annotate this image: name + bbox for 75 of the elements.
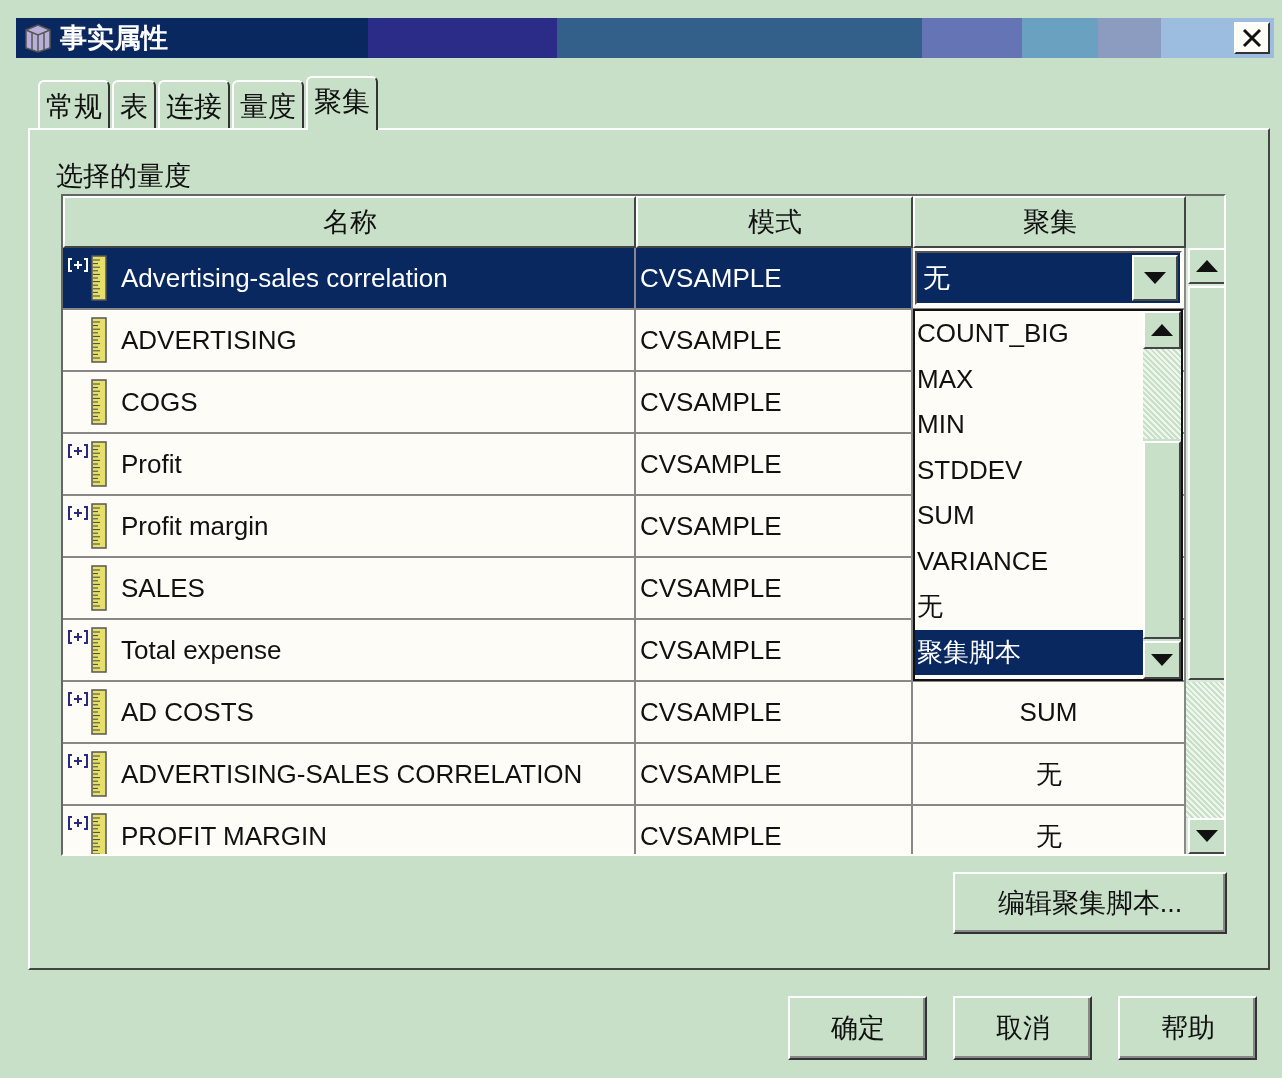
ruler-icon (91, 813, 107, 854)
scroll-thumb[interactable] (1188, 286, 1224, 680)
table-cell[interactable]: SALES (63, 558, 636, 620)
scroll-up-button[interactable] (1188, 248, 1224, 284)
table-cell: CVSAMPLE (636, 744, 913, 806)
dialog-button[interactable]: 帮助 (1118, 996, 1257, 1060)
table-cell[interactable]: AD COSTS (63, 682, 636, 744)
tab[interactable]: 聚集 (306, 76, 378, 130)
combo-value: 无 (922, 262, 951, 295)
table-cell[interactable]: PROFIT MARGIN (63, 806, 636, 854)
scrollbar[interactable] (1186, 196, 1224, 854)
dropdown-item[interactable]: STDDEV (915, 447, 1143, 493)
table-cell: CVSAMPLE (636, 496, 913, 558)
table-cell[interactable]: COGS (63, 372, 636, 434)
dropdown-item[interactable]: 聚集脚本 (915, 629, 1143, 675)
down-arrow-icon (1196, 830, 1218, 842)
dialog-button[interactable]: 确定 (788, 996, 927, 1060)
table-cell: CVSAMPLE (636, 310, 913, 372)
dropdown-item[interactable]: MIN (915, 402, 1143, 448)
close-icon (1242, 28, 1262, 48)
tab[interactable]: 表 (112, 80, 156, 128)
table-cell: CVSAMPLE (636, 620, 913, 682)
table-cell: CVSAMPLE (636, 558, 913, 620)
ruler-icon (91, 255, 107, 301)
ruler-icon (91, 441, 107, 487)
edit-script-button[interactable]: 编辑聚集脚本... (953, 872, 1227, 934)
column-header[interactable]: 名称 (63, 196, 636, 248)
dropdown-item[interactable]: MAX (915, 356, 1143, 402)
dropdown-item[interactable]: 无 (915, 584, 1143, 630)
scrollbar[interactable] (1143, 311, 1181, 679)
close-button[interactable] (1234, 22, 1270, 54)
column-header[interactable]: 聚集 (913, 196, 1186, 248)
table-cell: 无 (913, 806, 1186, 854)
table-cell[interactable]: Total expense (63, 620, 636, 682)
table-cell[interactable]: Profit (63, 434, 636, 496)
column-header[interactable]: 模式 (636, 196, 913, 248)
cube-icon (22, 22, 54, 54)
ruler-icon (91, 317, 107, 363)
caret-icon (1144, 272, 1166, 284)
table-cell: SUM (913, 682, 1186, 744)
ruler-icon (91, 751, 107, 797)
dropdown-item[interactable]: COUNT_BIG (915, 311, 1143, 357)
scroll-thumb[interactable] (1143, 441, 1181, 639)
scroll-up-button[interactable] (1143, 311, 1181, 349)
section-label: 选择的量度 (56, 160, 192, 193)
window-title: 事实属性 (60, 22, 169, 55)
table-cell[interactable]: ADVERTISING (63, 310, 636, 372)
table-cell[interactable]: Profit margin (63, 496, 636, 558)
up-arrow-icon (1196, 260, 1218, 272)
ruler-icon (91, 565, 107, 611)
dropdown-button[interactable] (1132, 255, 1178, 301)
table-cell[interactable]: Advertising-sales correlation (63, 248, 636, 310)
dropdown-item[interactable]: VARIANCE (915, 538, 1143, 584)
dropdown-item[interactable]: SUM (915, 493, 1143, 539)
tab[interactable]: 常规 (38, 80, 110, 128)
combo-box[interactable]: 无 (915, 251, 1182, 305)
down-arrow-icon (1151, 654, 1173, 666)
scroll-down-button[interactable] (1188, 818, 1224, 854)
table-cell: CVSAMPLE (636, 682, 913, 744)
ruler-icon (91, 503, 107, 549)
table-cell[interactable]: ADVERTISING-SALES CORRELATION (63, 744, 636, 806)
dialog-button[interactable]: 取消 (953, 996, 1092, 1060)
table-cell: CVSAMPLE (636, 248, 913, 310)
tab[interactable]: 连接 (158, 80, 230, 128)
table-cell: CVSAMPLE (636, 372, 913, 434)
table-cell: 无 (913, 744, 1186, 806)
scroll-down-button[interactable] (1143, 641, 1181, 679)
table-cell: CVSAMPLE (636, 434, 913, 496)
ruler-icon (91, 627, 107, 673)
ruler-icon (91, 379, 107, 425)
tab[interactable]: 量度 (232, 80, 304, 128)
table-cell: CVSAMPLE (636, 806, 913, 854)
up-arrow-icon (1151, 324, 1173, 336)
ruler-icon (91, 689, 107, 735)
header-corner (1186, 196, 1224, 248)
